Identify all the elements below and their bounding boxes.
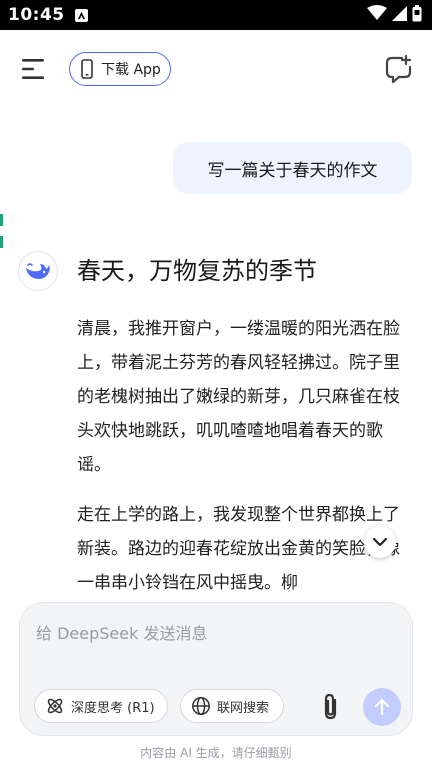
attach-button[interactable] [318, 692, 344, 722]
message-composer: 深度思考 (R1) 联网搜索 [19, 602, 413, 736]
top-app-bar: 下载 App [0, 30, 432, 108]
status-time: 10:45 [8, 5, 65, 25]
send-button[interactable] [363, 688, 401, 726]
answer-paragraph: 清晨，我推开窗户，一缕温暖的阳光洒在脸上，带着泥土芬芳的春风轻轻拂过。院子里的老… [77, 319, 400, 475]
phone-icon [81, 59, 93, 79]
deep-think-toggle[interactable]: 深度思考 (R1) [34, 689, 168, 723]
app-screen: 10:45 下载 App 写一篇关于春天的作文 春天，万物复苏的季节 清晨，我推… [0, 0, 432, 769]
menu-button[interactable] [20, 56, 46, 82]
paperclip-icon [324, 693, 337, 720]
answer-title: 春天，万物复苏的季节 [77, 257, 317, 285]
answer-paragraph: 走在上学的路上，我发现整个世界都换上了新装。路边的迎春花绽放出金黄的笑脸，像一串… [77, 505, 400, 593]
notification-a-icon [74, 8, 88, 22]
ai-disclaimer: 内容由 AI 生成，请仔细甄别 [140, 746, 292, 760]
battery-icon [412, 4, 422, 26]
scroll-to-bottom-button[interactable] [364, 526, 396, 558]
answer-body: 清晨，我推开窗户，一缕温暖的阳光洒在脸上，带着泥土芬芳的春风轻轻拂过。院子里的老… [77, 312, 407, 604]
web-search-toggle[interactable]: 联网搜索 [180, 689, 284, 723]
arrow-up-icon [374, 698, 390, 716]
atom-icon [47, 698, 63, 714]
wifi-icon [367, 5, 387, 25]
new-chat-icon [385, 54, 412, 84]
globe-icon [192, 697, 210, 715]
new-chat-button[interactable] [384, 54, 414, 84]
edge-mark [0, 214, 3, 226]
edge-mark [0, 236, 3, 248]
user-message-text: 写一篇关于春天的作文 [207, 160, 378, 181]
signal-icon [392, 5, 407, 25]
menu-icon [22, 59, 44, 79]
download-app-label: 下载 App [101, 62, 161, 78]
web-search-label: 联网搜索 [217, 700, 270, 716]
status-bar: 10:45 [0, 0, 432, 30]
message-input[interactable] [36, 619, 376, 647]
deepseek-whale-icon [26, 263, 50, 279]
deep-think-label: 深度思考 (R1) [71, 700, 155, 716]
user-message-bubble: 写一篇关于春天的作文 [173, 142, 412, 194]
chevron-down-icon [372, 537, 388, 547]
download-app-button[interactable]: 下载 App [69, 52, 171, 86]
assistant-avatar [18, 251, 58, 291]
